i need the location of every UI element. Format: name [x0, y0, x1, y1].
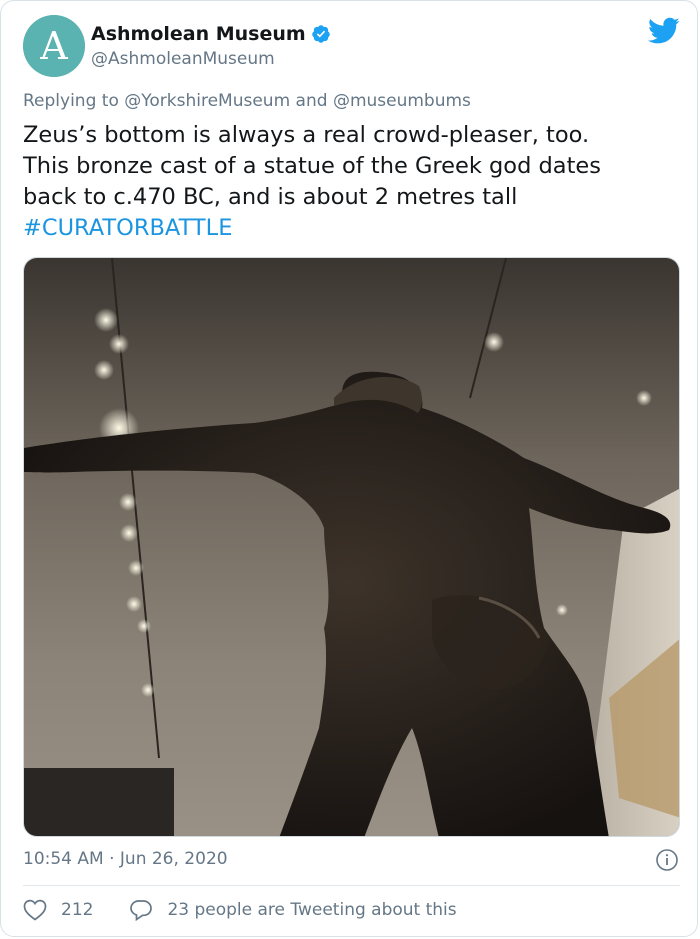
user-handle[interactable]: @AshmoleanMuseum: [91, 49, 275, 69]
like-button[interactable]: 212: [23, 899, 93, 921]
reply-mention-2[interactable]: @museumbums: [333, 91, 471, 111]
like-count: 212: [61, 900, 94, 920]
speech-bubble-icon: [130, 900, 153, 921]
tweet-card: A Ashmolean Museum @AshmoleanMuseum Repl…: [0, 0, 698, 937]
reply-mention-1[interactable]: @YorkshireMuseum: [124, 91, 290, 111]
info-icon[interactable]: [655, 848, 679, 872]
verified-badge-icon: [311, 24, 331, 44]
conversation-link[interactable]: 23 people are Tweeting about this: [129, 899, 457, 921]
tweet-line-1: Zeus’s bottom is always a real crowd-ple…: [23, 122, 590, 148]
twitter-bird-icon[interactable]: [648, 17, 680, 45]
tweet-photo[interactable]: [23, 257, 680, 837]
statue-photo: [24, 258, 679, 836]
conversation-text: 23 people are Tweeting about this: [167, 900, 457, 920]
avatar[interactable]: A: [23, 15, 85, 77]
replying-to: Replying to @YorkshireMuseum and @museum…: [23, 91, 471, 111]
tweet-line-2: This bronze cast of a statue of the Gree…: [23, 153, 601, 179]
hashtag-link[interactable]: #CURATORBATTLE: [23, 213, 673, 244]
reply-prefix: Replying to: [23, 91, 125, 111]
reply-joiner: and: [290, 91, 333, 111]
display-name[interactable]: Ashmolean Museum: [91, 23, 306, 45]
divider: [23, 885, 680, 886]
heart-icon: [23, 899, 47, 921]
timestamp[interactable]: 10:54 AM · Jun 26, 2020: [23, 849, 228, 869]
name-row: Ashmolean Museum: [91, 23, 331, 45]
avatar-letter: A: [39, 24, 68, 68]
tweet-line-3: back to c.470 BC, and is about 2 metres …: [23, 184, 518, 210]
tweet-text: Zeus’s bottom is always a real crowd-ple…: [23, 120, 673, 244]
tweet-actions: 212 23 people are Tweeting about this: [23, 899, 457, 921]
